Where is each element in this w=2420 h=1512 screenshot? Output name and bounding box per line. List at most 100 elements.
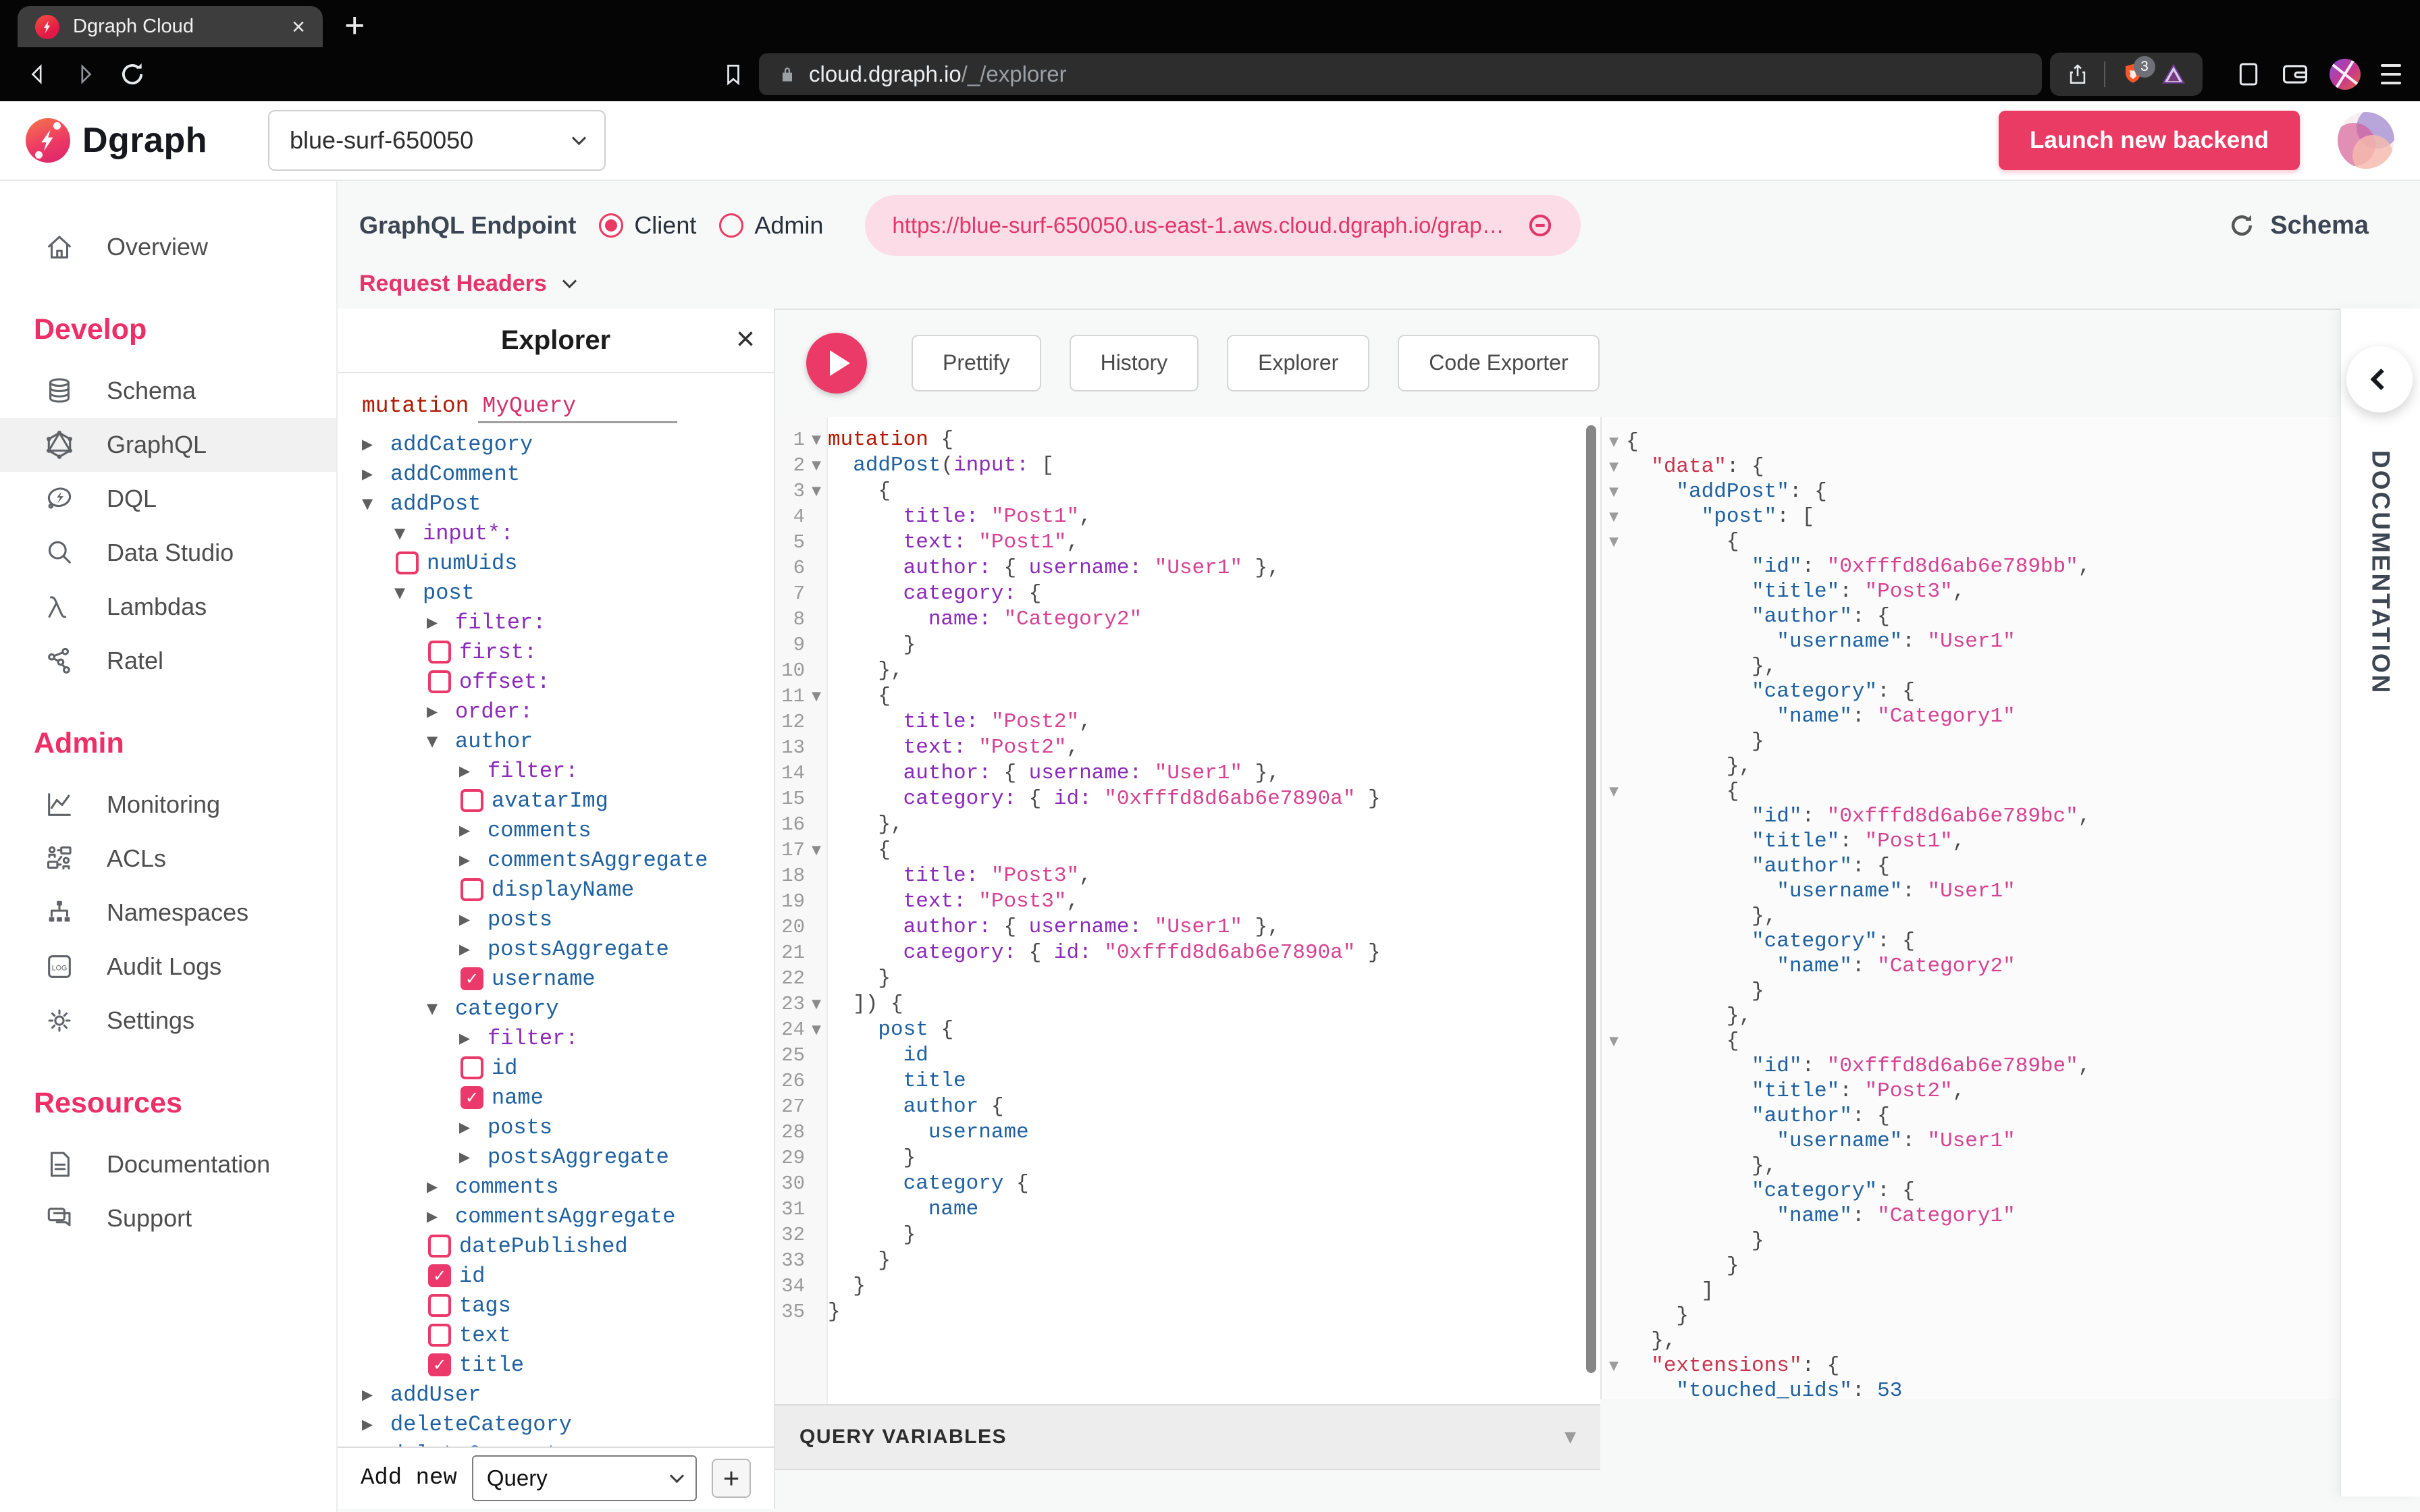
schema-button[interactable]: Schema bbox=[2227, 194, 2369, 256]
fold-arrow-icon[interactable]: ▼ bbox=[805, 1023, 828, 1037]
sidebar-item-overview[interactable]: Overview bbox=[0, 220, 336, 274]
brave-rewards-icon[interactable] bbox=[2161, 61, 2186, 87]
field-checkbox[interactable] bbox=[428, 670, 451, 693]
sidebar-item-dql[interactable]: DQL bbox=[0, 472, 336, 526]
share-icon[interactable] bbox=[2066, 63, 2089, 86]
fold-arrow-icon[interactable]: ▼ bbox=[805, 433, 828, 447]
open-documentation-button[interactable] bbox=[2346, 346, 2413, 412]
query-editor[interactable]: 1▼mutation {2▼ addPost(input: [3▼ {4 tit… bbox=[775, 417, 1600, 1404]
expand-arrow-icon[interactable]: ▶ bbox=[362, 436, 390, 452]
collapse-arrow-icon[interactable]: ▼ bbox=[362, 495, 390, 512]
explorer-tree-row[interactable]: ▶filter: bbox=[362, 756, 774, 786]
explorer-tree-row[interactable]: ▶deleteCategory bbox=[362, 1409, 774, 1439]
sidebar-panel-icon[interactable] bbox=[2236, 61, 2261, 88]
explorer-tree-row[interactable]: ▶commentsAggregate bbox=[362, 1202, 774, 1231]
collapse-arrow-icon[interactable]: ▼ bbox=[394, 585, 423, 601]
explorer-tree-row[interactable]: ▼addPost bbox=[362, 489, 774, 518]
sidebar-item-settings[interactable]: Settings bbox=[0, 994, 336, 1048]
sidebar-item-audit-logs[interactable]: LOGAudit Logs bbox=[0, 940, 336, 994]
fold-arrow-icon[interactable]: ▼ bbox=[1602, 784, 1626, 799]
launch-new-backend-button[interactable]: Launch new backend bbox=[1999, 111, 2300, 170]
explorer-tree-row[interactable]: numUids bbox=[362, 548, 774, 578]
explorer-tree-row[interactable]: ▶commentsAggregate bbox=[362, 845, 774, 875]
new-tab-button[interactable]: + bbox=[344, 7, 365, 45]
sidebar-item-acls[interactable]: ACLs bbox=[0, 832, 336, 886]
explorer-tree-row[interactable]: ▶filter: bbox=[362, 1023, 774, 1053]
close-icon[interactable]: × bbox=[736, 321, 755, 358]
field-checkbox[interactable] bbox=[428, 1235, 451, 1258]
expand-arrow-icon[interactable]: ▶ bbox=[459, 852, 488, 868]
prettify-button[interactable]: Prettify bbox=[912, 335, 1041, 392]
explorer-tree-row[interactable]: ▶addCategory bbox=[362, 429, 774, 459]
explorer-tree-row[interactable]: ▶comments bbox=[362, 1172, 774, 1202]
expand-arrow-icon[interactable]: ▶ bbox=[459, 822, 488, 838]
fold-arrow-icon[interactable]: ▼ bbox=[805, 458, 828, 473]
browser-tab[interactable]: Dgraph Cloud × bbox=[18, 6, 323, 47]
browser-menu-icon[interactable] bbox=[2381, 64, 2401, 84]
sidebar-item-monitoring[interactable]: Monitoring bbox=[0, 778, 336, 832]
operation-name-input[interactable]: MyQuery bbox=[478, 394, 677, 423]
fold-arrow-icon[interactable]: ▼ bbox=[1602, 460, 1626, 474]
explorer-tree-row[interactable]: ▶addUser bbox=[362, 1380, 774, 1409]
field-checkbox[interactable] bbox=[428, 1324, 451, 1347]
operation-type-select[interactable]: Query bbox=[472, 1455, 697, 1501]
documentation-tab-label[interactable]: DOCUMENTATION bbox=[2367, 450, 2395, 695]
explorer-tree-row[interactable]: avatarImg bbox=[362, 786, 774, 815]
query-variables-bar[interactable]: QUERY VARIABLES ▼ bbox=[775, 1404, 1600, 1470]
explorer-tree-row[interactable]: id bbox=[362, 1053, 774, 1083]
wallet-icon[interactable] bbox=[2281, 61, 2309, 87]
brave-shield-icon[interactable]: 3 bbox=[2120, 61, 2146, 87]
fold-arrow-icon[interactable]: ▼ bbox=[805, 689, 828, 703]
explorer-tree-row[interactable]: datePublished bbox=[362, 1231, 774, 1261]
forward-icon[interactable] bbox=[66, 55, 104, 93]
expand-arrow-icon[interactable]: ▶ bbox=[427, 614, 455, 630]
sidebar-item-graphql[interactable]: GraphQL bbox=[0, 418, 336, 472]
history-button[interactable]: History bbox=[1070, 335, 1199, 392]
sidebar-item-data-studio[interactable]: Data Studio bbox=[0, 526, 336, 580]
sidebar-item-lambdas[interactable]: Lambdas bbox=[0, 580, 336, 634]
collapse-arrow-icon[interactable]: ▼ bbox=[427, 733, 455, 749]
explorer-tree-row[interactable]: ▼author bbox=[362, 726, 774, 756]
expand-arrow-icon[interactable]: ▶ bbox=[459, 763, 488, 779]
explorer-button[interactable]: Explorer bbox=[1227, 335, 1369, 392]
fold-arrow-icon[interactable]: ▼ bbox=[1602, 535, 1626, 549]
expand-arrow-icon[interactable]: ▶ bbox=[427, 1208, 455, 1224]
reload-icon[interactable] bbox=[113, 55, 151, 93]
field-checkbox[interactable] bbox=[461, 878, 483, 901]
field-checkbox[interactable] bbox=[428, 1353, 451, 1376]
add-operation-button[interactable]: + bbox=[712, 1459, 751, 1498]
sidebar-item-namespaces[interactable]: Namespaces bbox=[0, 886, 336, 940]
expand-arrow-icon[interactable]: ▶ bbox=[459, 1149, 488, 1165]
explorer-tree-row[interactable]: ▼category bbox=[362, 994, 774, 1023]
explorer-tree-row[interactable]: username bbox=[362, 964, 774, 994]
expand-arrow-icon[interactable]: ▶ bbox=[427, 703, 455, 720]
explorer-tree-row[interactable]: text bbox=[362, 1320, 774, 1350]
field-checkbox[interactable] bbox=[461, 1056, 483, 1079]
explorer-tree-row[interactable]: ▶addComment bbox=[362, 459, 774, 489]
collapse-caret-icon[interactable]: ▼ bbox=[1564, 1429, 1576, 1446]
explorer-tree-row[interactable]: first: bbox=[362, 637, 774, 667]
explorer-tree-row[interactable]: ▶order: bbox=[362, 697, 774, 726]
explorer-tree-row[interactable]: ▶deleteComment bbox=[362, 1439, 774, 1447]
code-exporter-button[interactable]: Code Exporter bbox=[1398, 335, 1599, 392]
explorer-tree-row[interactable]: displayName bbox=[362, 875, 774, 905]
sidebar-item-ratel[interactable]: Ratel bbox=[0, 634, 336, 688]
fold-arrow-icon[interactable]: ▼ bbox=[1602, 1034, 1626, 1048]
back-icon[interactable] bbox=[19, 55, 57, 93]
editor-scrollbar[interactable] bbox=[1586, 425, 1596, 1373]
request-headers-toggle[interactable]: Request Headers bbox=[359, 263, 575, 304]
expand-arrow-icon[interactable]: ▶ bbox=[459, 1030, 488, 1046]
admin-radio[interactable]: Admin bbox=[719, 211, 823, 240]
fold-arrow-icon[interactable]: ▼ bbox=[805, 997, 828, 1011]
explorer-tree-row[interactable]: ▶postsAggregate bbox=[362, 1142, 774, 1172]
explorer-tree-row[interactable]: tags bbox=[362, 1291, 774, 1320]
explorer-tree-row[interactable]: ▶filter: bbox=[362, 608, 774, 637]
explorer-tree-row[interactable]: ▼post bbox=[362, 578, 774, 608]
expand-arrow-icon[interactable]: ▶ bbox=[459, 941, 488, 957]
explorer-tree-row[interactable]: name bbox=[362, 1083, 774, 1112]
field-checkbox[interactable] bbox=[396, 551, 419, 574]
sidebar-item-support[interactable]: Support bbox=[0, 1191, 336, 1245]
address-bar[interactable]: cloud.dgraph.io/_/explorer bbox=[759, 53, 2042, 95]
field-checkbox[interactable] bbox=[428, 1264, 451, 1287]
fold-arrow-icon[interactable]: ▼ bbox=[1602, 510, 1626, 524]
